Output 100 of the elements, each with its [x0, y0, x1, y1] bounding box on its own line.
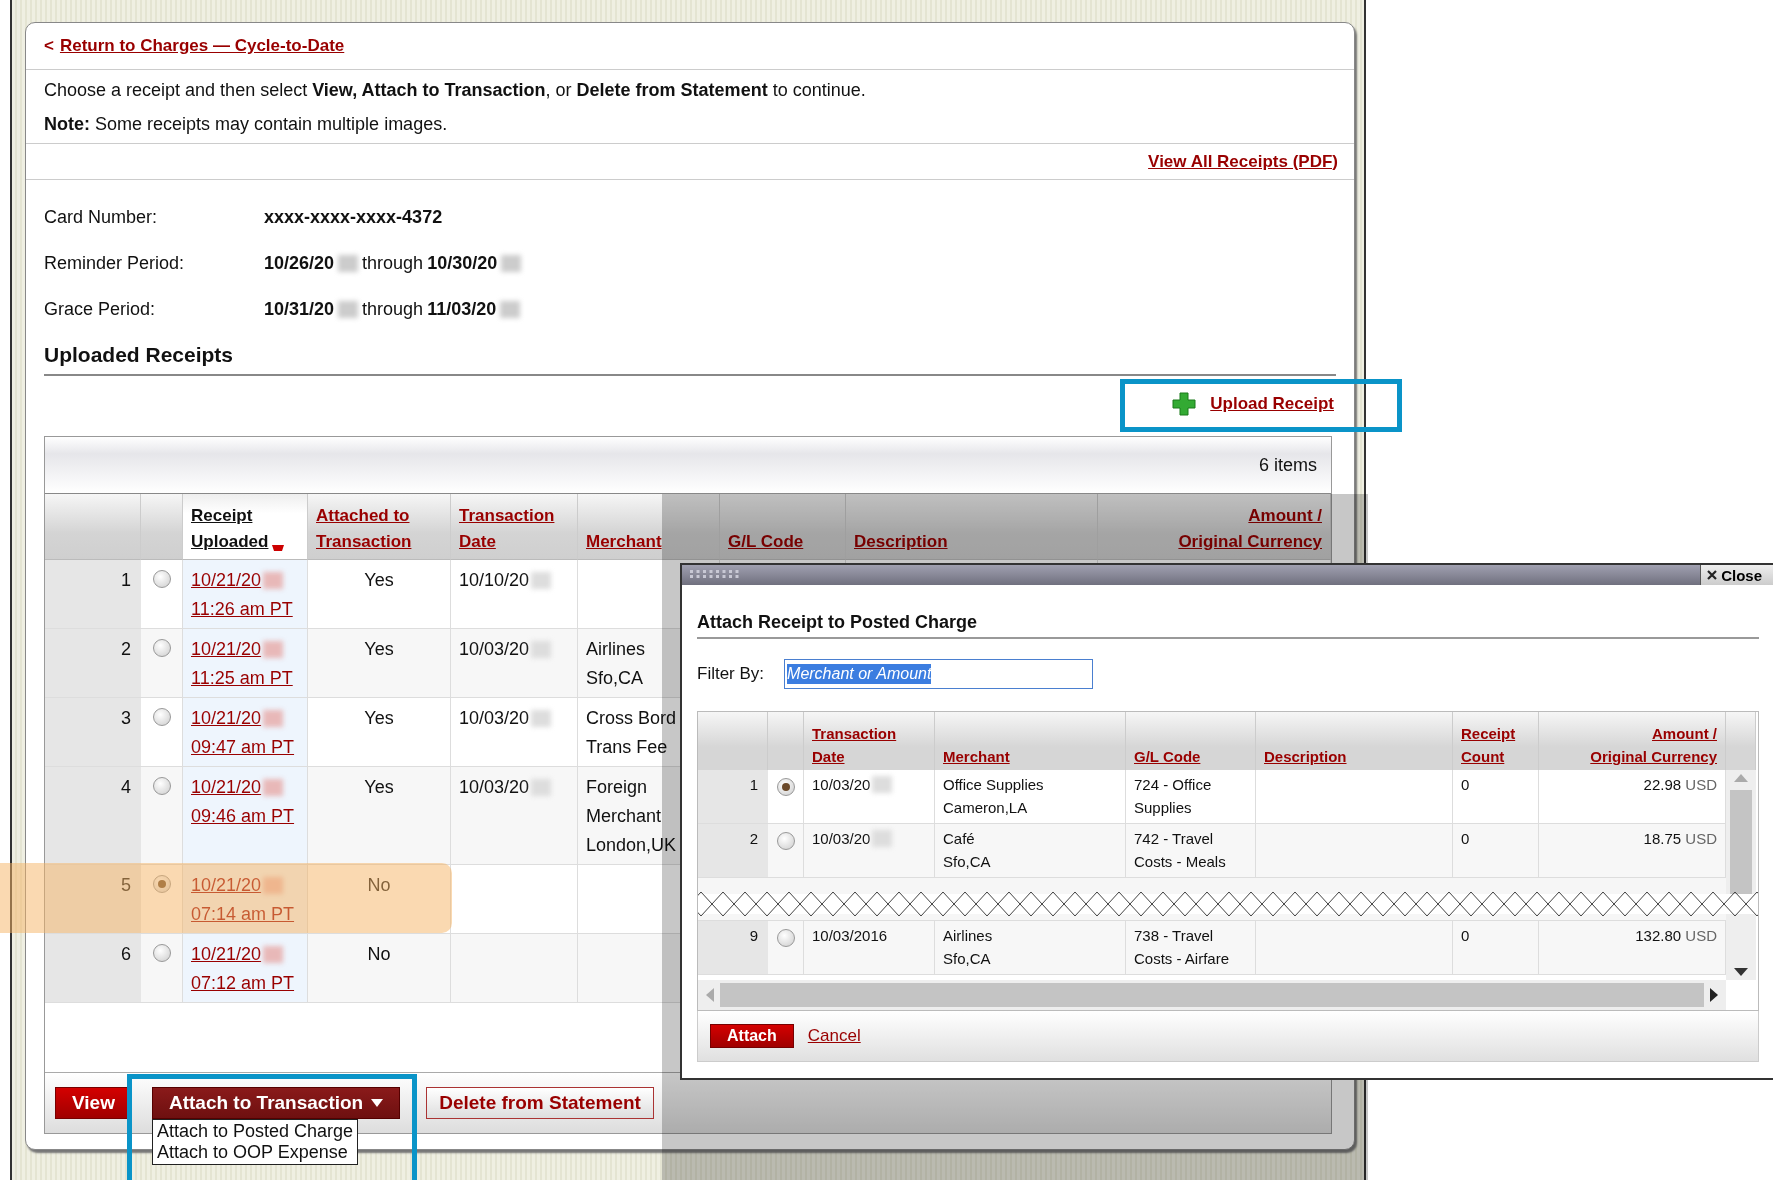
- redaction-blur: [263, 877, 284, 894]
- merchant-text: Merchant: [586, 805, 662, 828]
- close-icon: [1707, 570, 1718, 580]
- plus-icon: [1172, 392, 1197, 416]
- gl-code-text: 724 - Office: [1134, 775, 1213, 795]
- merchant-text: Airlines: [943, 926, 994, 946]
- receipt-time-link[interactable]: 09:46 am PT: [191, 802, 295, 831]
- receipt-date-link[interactable]: 10/21/20: [191, 773, 262, 802]
- row-radio[interactable]: [776, 929, 795, 947]
- receipt-count: 0: [1461, 830, 1470, 847]
- transaction-date: 10/03/20: [812, 829, 871, 849]
- currency-code: USD: [1685, 830, 1717, 847]
- receipt-date-link[interactable]: 10/21/20: [191, 635, 262, 664]
- amount-value: 132.80: [1635, 927, 1682, 944]
- attached-status: Yes: [364, 776, 394, 799]
- detail-value: 11/03/20: [427, 298, 497, 320]
- receipt-time-link[interactable]: 09:47 am PT: [191, 733, 295, 762]
- filter-field[interactable]: Merchant or Amount: [784, 659, 1094, 689]
- row-radio[interactable]: [152, 777, 171, 795]
- connector-text: through: [362, 298, 424, 320]
- row-number: 2: [45, 629, 141, 698]
- horizontal-scrollbar[interactable]: [698, 980, 1726, 1010]
- amount-value: 18.75: [1643, 830, 1682, 847]
- scroll-right-icon: [1710, 988, 1718, 1002]
- upload-receipt-link[interactable]: Upload Receipt: [1210, 394, 1334, 414]
- row-radio[interactable]: [776, 778, 795, 796]
- row-radio[interactable]: [152, 639, 171, 657]
- merchant-text: Sfo,CA: [586, 667, 644, 690]
- receipt-count: 0: [1461, 927, 1470, 944]
- transaction-date: 10/03/20: [459, 638, 530, 661]
- row-number: 2: [698, 824, 768, 878]
- merchant-text: Foreign: [586, 776, 648, 799]
- receipt-time-link[interactable]: 11:26 am PT: [191, 595, 293, 624]
- back-link[interactable]: Return to Charges — Cycle-to-Date: [59, 36, 345, 56]
- column-header-link[interactable]: Description: [854, 529, 948, 555]
- receipt-date-link[interactable]: 10/21/20: [191, 704, 262, 733]
- gl-code-text: Costs - Meals: [1134, 852, 1227, 872]
- receipt-time-link[interactable]: 11:25 am PT: [191, 664, 293, 693]
- row-number: 9: [698, 921, 768, 975]
- attach-to-transaction-button[interactable]: Attach to Transaction: [151, 1087, 401, 1119]
- redaction-blur: [531, 710, 552, 727]
- back-arrow: <: [44, 36, 54, 56]
- detail-value: 10/30/20: [427, 252, 498, 274]
- merchant-text: Café: [943, 829, 976, 849]
- receipt-date-link[interactable]: 10/21/20: [191, 566, 262, 595]
- vertical-scrollbar[interactable]: [1726, 770, 1756, 980]
- dialog-title: Attach Receipt to Posted Charge: [697, 607, 1759, 639]
- transaction-date: 10/03/20: [812, 775, 871, 795]
- delete-from-statement-button[interactable]: Delete from Statement: [426, 1087, 654, 1119]
- scroll-left-icon: [706, 988, 714, 1002]
- header-cell: [698, 712, 768, 770]
- redaction-blur: [872, 830, 893, 847]
- column-header-link[interactable]: Merchant: [943, 745, 1010, 768]
- merchant-text: Trans Fee: [586, 736, 668, 759]
- transaction-date: 10/03/20: [459, 776, 530, 799]
- receipt-count: 0: [1461, 776, 1470, 793]
- row-radio[interactable]: [152, 944, 171, 962]
- row-number: 6: [45, 934, 141, 1003]
- scroll-down-icon: [1734, 968, 1748, 976]
- currency-code: USD: [1685, 927, 1717, 944]
- view-all-receipts-link[interactable]: View All Receipts (PDF): [1148, 151, 1338, 172]
- row-radio[interactable]: [776, 832, 795, 850]
- close-button[interactable]: Close: [1700, 565, 1773, 585]
- row-number: 1: [45, 560, 141, 629]
- instructions: Choose a receipt and then select View, Attach to Transaction, or Delete from Statement to continue.: [44, 79, 867, 102]
- menu-item[interactable]: Attach to OOP Expense: [156, 1142, 354, 1163]
- item-count: 6 items: [1258, 454, 1317, 476]
- transaction-date: 10/10/20: [459, 569, 530, 592]
- merchant-text: Office Supplies: [943, 775, 1045, 795]
- attached-status: No: [367, 874, 391, 897]
- receipt-date-link[interactable]: 10/21/20: [191, 940, 262, 969]
- section-title: Uploaded Receipts: [44, 336, 1336, 376]
- menu-item[interactable]: Attach to Posted Charge: [156, 1121, 354, 1142]
- row-radio[interactable]: [152, 875, 171, 893]
- merchant-text: Airlines: [586, 638, 646, 661]
- merchant-text: Cameron,LA: [943, 798, 1029, 818]
- currency-code: USD: [1685, 776, 1717, 793]
- gl-code-text: Supplies: [1134, 798, 1193, 818]
- attach-button[interactable]: Attach: [710, 1024, 794, 1048]
- attached-status: Yes: [364, 569, 394, 592]
- scroll-up-icon: [1734, 774, 1748, 782]
- receipt-time-link[interactable]: 07:12 am PT: [191, 969, 295, 998]
- transaction-date: 10/03/2016: [812, 926, 888, 946]
- filter-label: Filter By:: [697, 664, 765, 684]
- redaction-blur: [500, 300, 521, 318]
- grip-icon: [690, 570, 742, 580]
- row-number: 3: [45, 698, 141, 767]
- detail-label: Grace Period:: [44, 298, 157, 320]
- cancel-link[interactable]: Cancel: [807, 1026, 861, 1046]
- column-header-link[interactable]: Description: [1264, 745, 1347, 768]
- detail-value: 10/26/20: [264, 252, 335, 274]
- merchant-text: Cross Bord: [586, 707, 677, 730]
- redaction-blur: [263, 779, 284, 796]
- redaction-blur: [531, 779, 552, 796]
- redaction-blur: [263, 946, 284, 963]
- row-number: 4: [45, 767, 141, 865]
- detail-label: Reminder Period:: [44, 252, 186, 274]
- row-radio[interactable]: [152, 708, 171, 726]
- connector-text: through: [362, 252, 424, 274]
- row-radio[interactable]: [152, 570, 171, 588]
